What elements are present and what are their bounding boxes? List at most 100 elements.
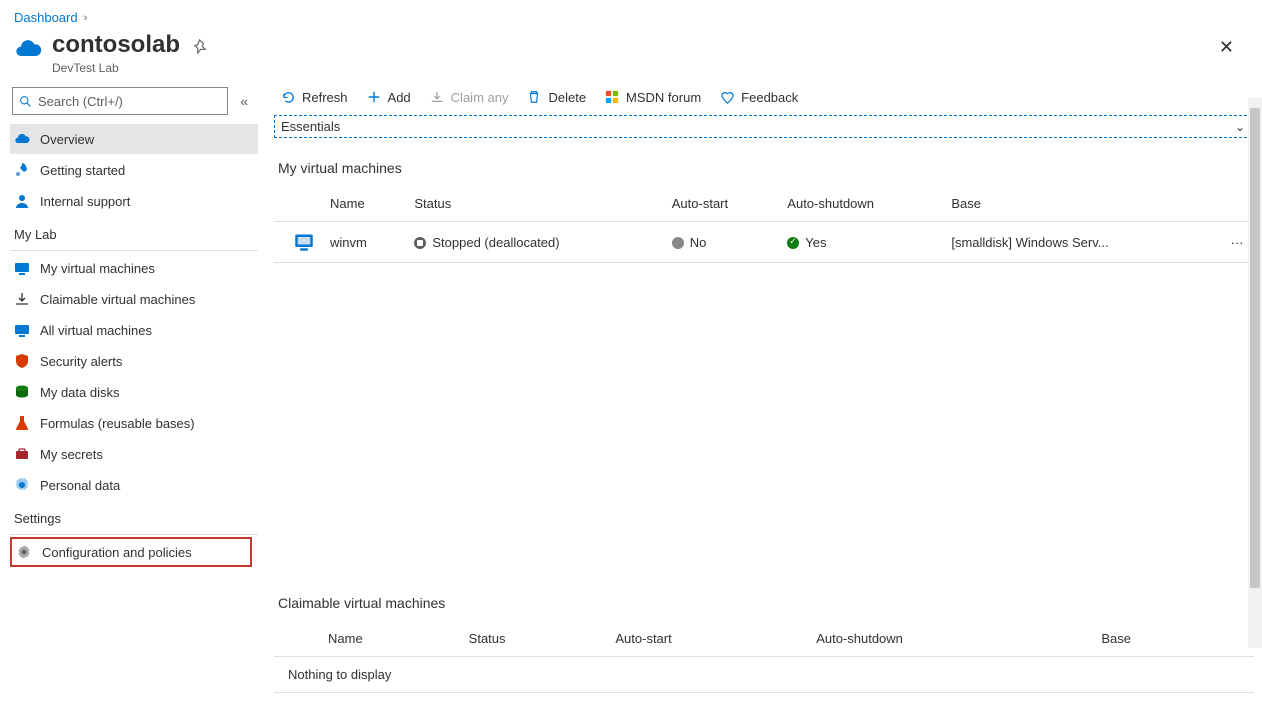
- disk-icon: [14, 384, 30, 400]
- col-base[interactable]: Base: [943, 186, 1220, 222]
- sidebar-item-label: Claimable virtual machines: [40, 292, 195, 307]
- msdn-forum-button[interactable]: MSDN forum: [604, 89, 701, 105]
- button-label: Feedback: [741, 90, 798, 105]
- sidebar-item-label: My virtual machines: [40, 261, 155, 276]
- sidebar-item-label: Overview: [40, 132, 94, 147]
- heart-icon: [719, 89, 735, 105]
- close-icon[interactable]: ✕: [1219, 37, 1234, 58]
- sidebar-item-label: Security alerts: [40, 354, 122, 369]
- search-placeholder: Search (Ctrl+/): [38, 94, 123, 109]
- rocket-icon: [14, 162, 30, 178]
- col-autostart[interactable]: Auto-start: [607, 621, 808, 657]
- sidebar-item-overview[interactable]: Overview: [10, 124, 258, 154]
- col-status[interactable]: Status: [406, 186, 663, 222]
- download-icon: [429, 89, 445, 105]
- sidebar-item-label: Getting started: [40, 163, 125, 178]
- breadcrumb: Dashboard ›: [0, 0, 1262, 31]
- my-vms-table: Name Status Auto-start Auto-shutdown Bas…: [274, 186, 1254, 263]
- sidebar-item-my-vms[interactable]: My virtual machines: [10, 253, 258, 283]
- sidebar-item-secrets[interactable]: My secrets: [10, 439, 258, 469]
- sidebar: Search (Ctrl+/) « Overview Getting start…: [0, 83, 258, 728]
- sidebar-item-personal-data[interactable]: Personal data: [10, 470, 258, 500]
- check-green-icon: [787, 237, 799, 249]
- claimable-title: Claimable virtual machines: [278, 595, 1254, 611]
- sidebar-item-label: Internal support: [40, 194, 130, 209]
- delete-button[interactable]: Delete: [526, 89, 586, 105]
- pin-icon[interactable]: [194, 39, 209, 54]
- shield-icon: [14, 353, 30, 369]
- col-base[interactable]: Base: [1093, 621, 1220, 657]
- chevron-down-icon: ⌄: [1235, 120, 1245, 134]
- search-icon: [19, 95, 32, 108]
- sidebar-item-claimable-vms[interactable]: Claimable virtual machines: [10, 284, 258, 314]
- stopped-icon: [414, 237, 426, 249]
- sidebar-item-label: Formulas (reusable bases): [40, 416, 195, 431]
- add-button[interactable]: Add: [366, 89, 411, 105]
- button-label: Delete: [548, 90, 586, 105]
- sidebar-item-label: My secrets: [40, 447, 103, 462]
- col-autoshutdown[interactable]: Auto-shutdown: [808, 621, 1093, 657]
- sidebar-item-config-policies[interactable]: Configuration and policies: [10, 537, 252, 567]
- flask-icon: [14, 415, 30, 431]
- button-label: MSDN forum: [626, 90, 701, 105]
- scrollbar[interactable]: [1248, 98, 1262, 648]
- search-input[interactable]: Search (Ctrl+/): [12, 87, 228, 115]
- vm-icon: [14, 322, 30, 338]
- essentials-panel[interactable]: Essentials ⌄: [274, 115, 1252, 138]
- empty-row: Nothing to display: [274, 657, 1254, 693]
- button-label: Claim any: [451, 90, 509, 105]
- download-icon: [14, 291, 30, 307]
- cell-name: winvm: [322, 222, 406, 263]
- dot-grey-icon: [672, 237, 684, 249]
- refresh-button[interactable]: Refresh: [280, 89, 348, 105]
- sidebar-item-internal-support[interactable]: Internal support: [10, 186, 258, 216]
- essentials-label: Essentials: [281, 119, 340, 134]
- main-content: Refresh Add Claim any Delete MSDN forum …: [258, 83, 1262, 728]
- empty-message: Nothing to display: [274, 657, 1254, 693]
- col-name[interactable]: Name: [320, 621, 461, 657]
- sidebar-section-mylab: My Lab: [10, 217, 258, 248]
- page-subtitle: DevTest Lab: [52, 61, 180, 75]
- col-name[interactable]: Name: [322, 186, 406, 222]
- scroll-thumb[interactable]: [1250, 108, 1260, 588]
- plus-icon: [366, 89, 382, 105]
- sidebar-item-data-disks[interactable]: My data disks: [10, 377, 258, 407]
- sidebar-item-formulas[interactable]: Formulas (reusable bases): [10, 408, 258, 438]
- table-row[interactable]: winvm Stopped (deallocated) No Yes [smal…: [274, 222, 1254, 263]
- sidebar-item-all-vms[interactable]: All virtual machines: [10, 315, 258, 345]
- cloud-icon: [14, 131, 30, 147]
- col-status[interactable]: Status: [461, 621, 608, 657]
- col-autoshutdown[interactable]: Auto-shutdown: [779, 186, 943, 222]
- cell-base: [smalldisk] Windows Serv...: [943, 222, 1220, 263]
- cell-status: Stopped (deallocated): [406, 222, 663, 263]
- sidebar-item-getting-started[interactable]: Getting started: [10, 155, 258, 185]
- button-label: Refresh: [302, 90, 348, 105]
- gear-icon: [14, 477, 30, 493]
- trash-icon: [526, 89, 542, 105]
- vm-row-icon: [274, 222, 322, 263]
- collapse-sidebar-icon[interactable]: «: [236, 93, 252, 109]
- briefcase-icon: [14, 446, 30, 462]
- microsoft-icon: [604, 89, 620, 105]
- feedback-button[interactable]: Feedback: [719, 89, 798, 105]
- divider: [10, 250, 258, 251]
- person-icon: [14, 193, 30, 209]
- sidebar-section-settings: Settings: [10, 501, 258, 532]
- button-label: Add: [388, 90, 411, 105]
- devtestlab-icon: [14, 35, 42, 63]
- command-bar: Refresh Add Claim any Delete MSDN forum …: [274, 87, 1254, 115]
- breadcrumb-root[interactable]: Dashboard: [14, 10, 78, 25]
- sidebar-item-security-alerts[interactable]: Security alerts: [10, 346, 258, 376]
- col-autostart[interactable]: Auto-start: [664, 186, 780, 222]
- page-header: contosolab DevTest Lab ✕: [0, 31, 1262, 83]
- divider: [10, 534, 258, 535]
- cell-autoshutdown: Yes: [779, 222, 943, 263]
- sidebar-item-label: Configuration and policies: [42, 545, 192, 560]
- sidebar-item-label: My data disks: [40, 385, 119, 400]
- sidebar-item-label: All virtual machines: [40, 323, 152, 338]
- chevron-right-icon: ›: [84, 12, 88, 24]
- my-vms-title: My virtual machines: [278, 160, 1254, 176]
- claim-any-button[interactable]: Claim any: [429, 89, 509, 105]
- page-title: contosolab: [52, 31, 180, 59]
- sidebar-item-label: Personal data: [40, 478, 120, 493]
